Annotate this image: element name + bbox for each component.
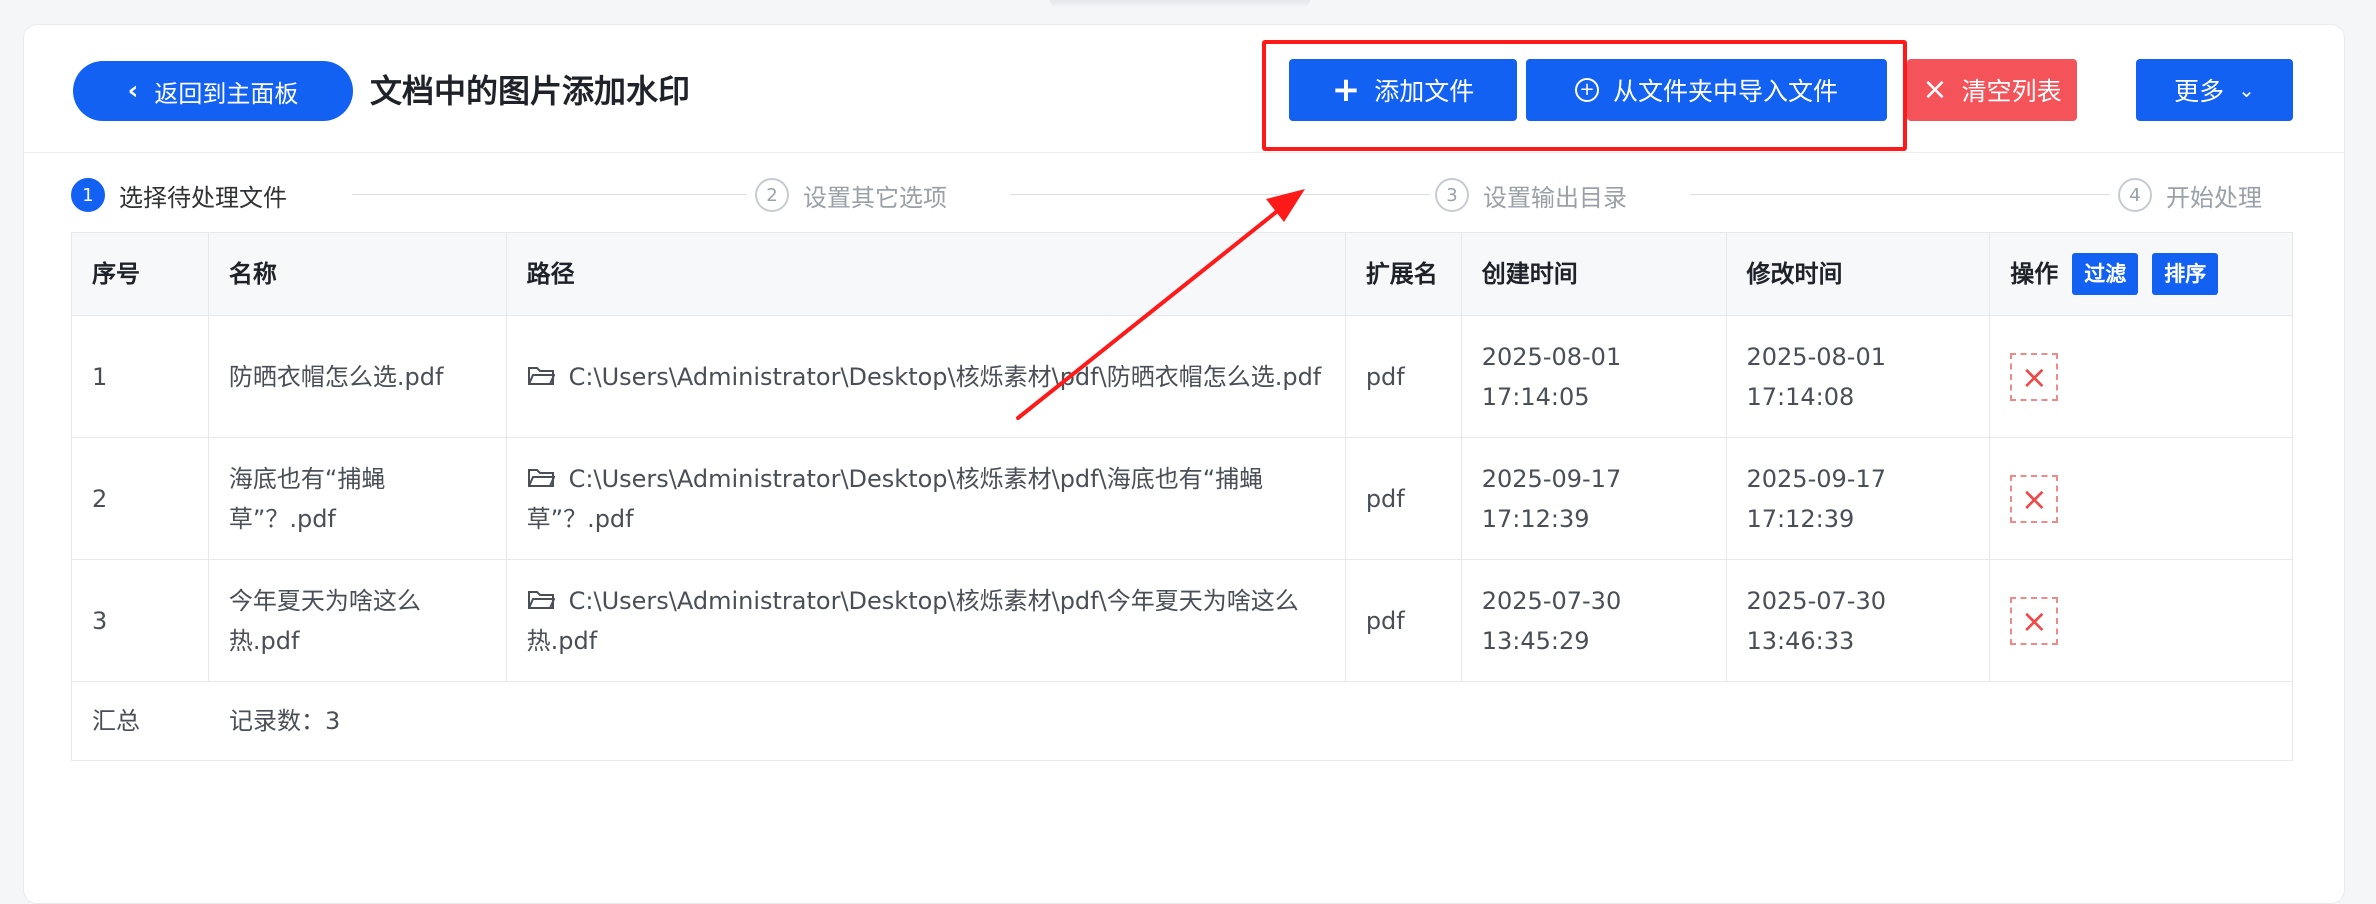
table-row[interactable]: 1 防晒衣帽怎么选.pdf C:\Users\Administrator\Des… (72, 316, 2292, 438)
row-index: 3 (72, 560, 209, 681)
step-connector (1690, 194, 2110, 195)
import-folder-button[interactable]: + 从文件夹中导入文件 (1526, 59, 1887, 121)
row-path: C:\Users\Administrator\Desktop\核烁素材\pdf\… (526, 586, 1299, 655)
column-header-actions: 操作 过滤 排序 (1990, 233, 2292, 315)
delete-icon[interactable]: × (2010, 596, 2059, 645)
circle-plus-icon: + (1574, 78, 1599, 102)
column-header-name[interactable]: 名称 (208, 233, 507, 315)
row-path-cell: C:\Users\Administrator\Desktop\核烁素材\pdf\… (507, 438, 1346, 559)
row-extension: pdf (1346, 316, 1462, 437)
column-header-modified[interactable]: 修改时间 (1726, 233, 1991, 315)
top-shadow (1050, 0, 1310, 8)
record-count: 记录数：3 (229, 707, 341, 735)
chevron-down-icon: ⌄ (2238, 78, 2255, 102)
clear-list-button[interactable]: × 清空列表 (1907, 59, 2077, 121)
row-created: 2025-08-01 17:14:05 (1462, 316, 1727, 437)
row-modified: 2025-07-30 13:46:33 (1727, 560, 1991, 681)
step-3: 3 设置输出目录 (1435, 175, 1627, 215)
step-label: 开始处理 (2166, 183, 2262, 212)
actions-label: 操作 (2010, 260, 2059, 288)
folder-icon (527, 366, 555, 385)
import-folder-label: 从文件夹中导入文件 (1612, 77, 1838, 106)
delete-icon[interactable]: × (2010, 474, 2059, 523)
sort-button[interactable]: 排序 (2152, 253, 2219, 295)
step-number: 2 (755, 178, 789, 212)
row-name: 海底也有“捕蝇草”？.pdf (209, 438, 507, 559)
summary-row: 汇总 记录数：3 (72, 682, 2292, 760)
step-label: 设置其它选项 (803, 183, 947, 212)
table-row[interactable]: 2 海底也有“捕蝇草”？.pdf C:\Users\Administrator\… (72, 438, 2292, 560)
plus-icon: + (1331, 70, 1361, 110)
clear-list-label: 清空列表 (1961, 77, 2062, 106)
row-actions: × (1990, 438, 2292, 559)
close-icon: × (1922, 72, 1948, 107)
table-header-row: 序号 名称 路径 扩展名 创建时间 修改时间 操作 过滤 排序 (72, 233, 2292, 316)
row-index: 1 (72, 316, 209, 437)
step-label: 设置输出目录 (1483, 183, 1627, 212)
chevron-left-icon: ‹ (127, 76, 139, 106)
row-extension: pdf (1346, 560, 1462, 681)
row-path: C:\Users\Administrator\Desktop\核烁素材\pdf\… (526, 464, 1264, 533)
table-row[interactable]: 3 今年夏天为啥这么热.pdf C:\Users\Administrator\D… (72, 560, 2292, 682)
folder-icon (527, 468, 555, 487)
add-file-button[interactable]: + 添加文件 (1289, 59, 1517, 121)
more-dropdown-button[interactable]: 更多 ⌄ (2136, 59, 2293, 121)
row-index: 2 (72, 438, 209, 559)
back-to-dashboard-button[interactable]: ‹ 返回到主面板 (73, 61, 353, 121)
back-button-label: 返回到主面板 (154, 79, 299, 108)
row-name: 防晒衣帽怎么选.pdf (209, 316, 507, 437)
step-2: 2 设置其它选项 (755, 175, 947, 215)
row-path-cell: C:\Users\Administrator\Desktop\核烁素材\pdf\… (507, 560, 1346, 681)
step-number: 4 (2118, 178, 2152, 212)
row-created: 2025-09-17 17:12:39 (1462, 438, 1727, 559)
filter-button[interactable]: 过滤 (2072, 253, 2139, 295)
row-modified: 2025-08-01 17:14:08 (1727, 316, 1991, 437)
step-label: 选择待处理文件 (119, 183, 287, 212)
summary-label: 汇总 (92, 707, 140, 735)
add-file-label: 添加文件 (1374, 77, 1475, 106)
column-header-index[interactable]: 序号 (72, 233, 209, 315)
folder-icon (527, 590, 555, 609)
row-path-cell: C:\Users\Administrator\Desktop\核烁素材\pdf\… (507, 316, 1346, 437)
header-divider (24, 152, 2344, 153)
row-name: 今年夏天为啥这么热.pdf (209, 560, 507, 681)
column-header-extension[interactable]: 扩展名 (1345, 233, 1462, 315)
delete-icon[interactable]: × (2010, 352, 2059, 401)
row-actions: × (1990, 316, 2292, 437)
row-created: 2025-07-30 13:45:29 (1462, 560, 1727, 681)
step-number: 3 (1435, 178, 1469, 212)
column-header-path[interactable]: 路径 (506, 233, 1346, 315)
file-table: 序号 名称 路径 扩展名 创建时间 修改时间 操作 过滤 排序 1 防晒衣帽怎么… (71, 232, 2293, 761)
page-title: 文档中的图片添加水印 (370, 72, 691, 110)
step-4: 4 开始处理 (2118, 175, 2262, 215)
step-1: 1 选择待处理文件 (71, 175, 287, 215)
row-actions: × (1990, 560, 2292, 681)
row-modified: 2025-09-17 17:12:39 (1727, 438, 1991, 559)
step-connector (1010, 194, 1430, 195)
column-header-created[interactable]: 创建时间 (1461, 233, 1727, 315)
step-connector (352, 194, 747, 195)
more-label: 更多 (2174, 77, 2225, 106)
row-path: C:\Users\Administrator\Desktop\核烁素材\pdf\… (568, 362, 1322, 391)
row-extension: pdf (1346, 438, 1462, 559)
step-number: 1 (71, 178, 105, 212)
